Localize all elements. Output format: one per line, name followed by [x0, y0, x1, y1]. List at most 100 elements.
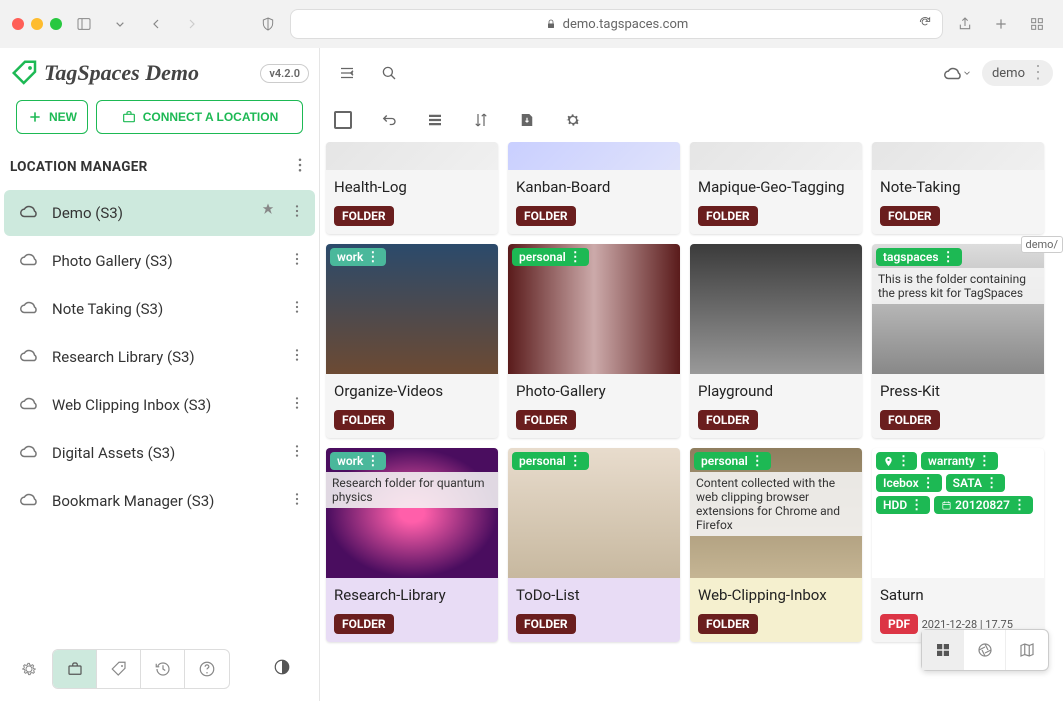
lock-icon [545, 18, 557, 30]
select-all-checkbox[interactable] [330, 107, 356, 133]
map-icon [1018, 641, 1036, 659]
grid-toolbar [320, 98, 1063, 142]
tag-chip[interactable]: 20120827 ⋮ [934, 496, 1033, 514]
file-type-badge: FOLDER [880, 206, 940, 226]
card-description: This is the folder containing the press … [872, 268, 1044, 304]
folder-settings-button[interactable] [560, 107, 586, 133]
tabs-overview-icon[interactable] [1023, 10, 1051, 38]
refresh-icon[interactable] [918, 15, 932, 33]
export-button[interactable] [514, 107, 540, 133]
chevron-down-icon[interactable] [106, 10, 134, 38]
search-icon [380, 64, 398, 82]
location-item[interactable]: Photo Gallery (S3) [4, 238, 315, 284]
cloud-icon [18, 344, 40, 370]
tag-chip[interactable]: SATA ⋮ [946, 474, 1005, 492]
location-item-menu[interactable] [289, 203, 305, 223]
file-card[interactable]: Health-LogFOLDER [326, 142, 498, 234]
share-icon[interactable] [951, 10, 979, 38]
new-button-label: NEW [49, 110, 77, 124]
shield-icon[interactable] [254, 10, 282, 38]
theme-toggle[interactable] [273, 658, 307, 680]
location-item-menu[interactable] [289, 347, 305, 367]
tag-chip[interactable]: warranty ⋮ [921, 452, 998, 470]
back-nav-button[interactable] [376, 107, 402, 133]
search-button[interactable] [372, 56, 406, 90]
briefcase-icon [66, 660, 84, 678]
file-card[interactable]: personal ⋮ Content collected with the web… [690, 448, 862, 642]
location-label: Photo Gallery (S3) [52, 252, 277, 270]
location-item-menu[interactable] [289, 251, 305, 271]
card-thumbnail [872, 142, 1044, 170]
tag-chip[interactable]: work ⋮ [330, 248, 386, 266]
highlight-icon[interactable] [259, 202, 277, 224]
file-card[interactable]: Note-TakingFOLDER [872, 142, 1044, 234]
file-card[interactable]: work ⋮Research folder for quantum physic… [326, 448, 498, 642]
tag-chip[interactable]: tagspaces ⋮ [876, 248, 962, 266]
file-card[interactable]: ⋮warranty ⋮ Icebox ⋮SATA ⋮ HDD ⋮ 20120827 … [872, 448, 1044, 642]
file-card[interactable]: work ⋮Organize-VideosFOLDER [326, 244, 498, 438]
aperture-icon [976, 641, 994, 659]
location-item-menu[interactable] [289, 299, 305, 319]
url-bar[interactable]: demo.tagspaces.com [290, 9, 943, 39]
file-card[interactable]: personal ⋮ToDo-ListFOLDER [508, 448, 680, 642]
tag-chip[interactable]: work ⋮ [330, 452, 386, 470]
connect-location-button[interactable]: CONNECT A LOCATION [96, 100, 303, 134]
tag-chip[interactable]: Icebox ⋮ [876, 474, 942, 492]
location-manager-menu[interactable] [291, 156, 309, 178]
card-body: Mapique-Geo-TaggingFOLDER [690, 170, 862, 234]
location-item[interactable]: Bookmark Manager (S3) [4, 478, 315, 524]
file-card[interactable]: PlaygroundFOLDER [690, 244, 862, 438]
history-tab[interactable] [141, 650, 185, 688]
location-chip[interactable]: demo ⋮ [982, 60, 1053, 86]
lens-view-button[interactable] [964, 630, 1006, 670]
grid-icon [934, 641, 952, 659]
sidebar-toggle-icon[interactable] [70, 10, 98, 38]
settings-button[interactable] [12, 660, 46, 678]
location-item[interactable]: Research Library (S3) [4, 334, 315, 380]
help-tab[interactable] [185, 650, 229, 688]
cloud-status[interactable] [940, 56, 974, 90]
tags-tab[interactable] [97, 650, 141, 688]
file-card[interactable]: tagspaces ⋮ This is the folder containing… [872, 244, 1044, 438]
new-tab-icon[interactable] [987, 10, 1015, 38]
scroll-position-label: demo/ [1021, 236, 1063, 253]
location-item-menu[interactable] [289, 491, 305, 511]
location-item[interactable]: Web Clipping Inbox (S3) [4, 382, 315, 428]
maximize-window-button[interactable] [50, 18, 62, 30]
file-card[interactable]: Kanban-BoardFOLDER [508, 142, 680, 234]
list-view-button[interactable] [422, 107, 448, 133]
file-type-badge: FOLDER [516, 410, 576, 430]
tag-chip[interactable]: HDD ⋮ [876, 496, 930, 514]
bottom-toolbar [52, 649, 230, 689]
forward-button[interactable] [178, 10, 206, 38]
file-card[interactable]: Mapique-Geo-TaggingFOLDER [690, 142, 862, 234]
location-item[interactable]: Note Taking (S3) [4, 286, 315, 332]
card-title: Mapique-Geo-Tagging [698, 178, 854, 196]
location-chip-menu[interactable]: ⋮ [1029, 64, 1043, 82]
collapse-sidebar-button[interactable] [330, 56, 364, 90]
card-thumbnail: ⋮warranty ⋮ Icebox ⋮SATA ⋮ HDD ⋮ 20120827 … [872, 448, 1044, 578]
tag-chip[interactable]: personal ⋮ [512, 248, 589, 266]
minimize-window-button[interactable] [31, 18, 43, 30]
location-manager-header: LOCATION MANAGER [0, 148, 319, 186]
new-button[interactable]: NEW [16, 100, 88, 134]
close-window-button[interactable] [12, 18, 24, 30]
back-button[interactable] [142, 10, 170, 38]
location-item-menu[interactable] [289, 443, 305, 463]
card-description: Content collected with the web clipping … [690, 472, 862, 536]
location-item-menu[interactable] [289, 395, 305, 415]
card-thumbnail: work ⋮Research folder for quantum physic… [326, 448, 498, 578]
file-card[interactable]: personal ⋮Photo-GalleryFOLDER [508, 244, 680, 438]
grid-view-button[interactable] [922, 630, 964, 670]
app-logo[interactable]: TagSpaces Demo [10, 58, 199, 88]
geo-tag[interactable]: ⋮ [876, 452, 917, 470]
gear-icon [564, 111, 582, 129]
locations-tab[interactable] [53, 650, 97, 688]
location-item[interactable]: Digital Assets (S3) [4, 430, 315, 476]
location-item[interactable]: Demo (S3) [4, 190, 315, 236]
map-view-button[interactable] [1006, 630, 1048, 670]
tag-chip[interactable]: personal ⋮ [694, 452, 771, 470]
card-thumbnail: tagspaces ⋮ This is the folder containing… [872, 244, 1044, 374]
tag-chip[interactable]: personal ⋮ [512, 452, 589, 470]
sort-button[interactable] [468, 107, 494, 133]
